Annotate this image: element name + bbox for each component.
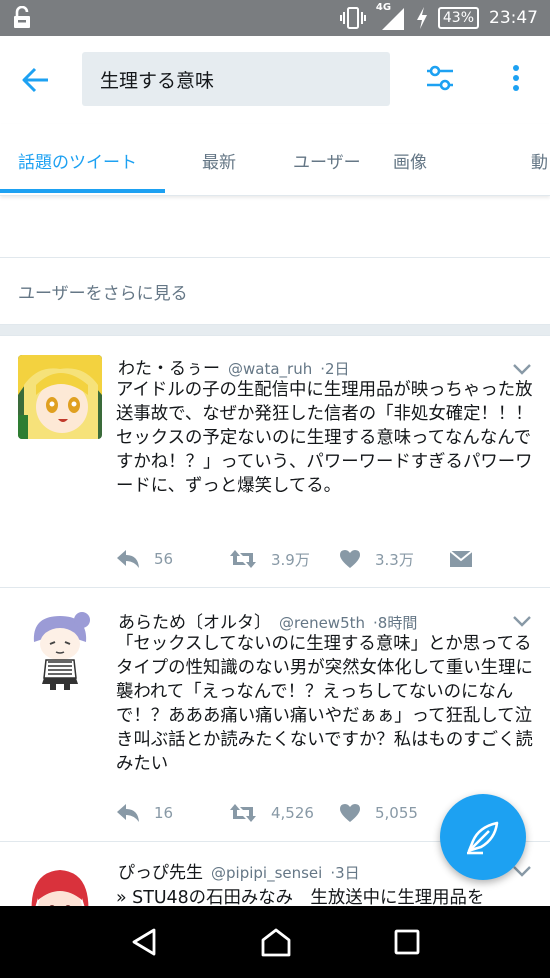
chevron-down-icon[interactable] bbox=[512, 614, 532, 628]
tweet-author-name[interactable]: わた・るぅー bbox=[118, 354, 220, 379]
tab-latest[interactable]: 最新 bbox=[202, 124, 236, 196]
retweet-button[interactable]: 4,526 bbox=[229, 803, 339, 823]
tweet-header: わた・るぅー @wata_ruh · 2日 bbox=[118, 354, 350, 379]
vibrate-icon bbox=[339, 7, 366, 29]
see-more-users-link[interactable]: ユーザーをさらに見る bbox=[0, 258, 550, 324]
reply-count: 56 bbox=[154, 550, 174, 568]
tweet-timestamp: 2日 bbox=[325, 360, 350, 378]
like-button[interactable]: 3.3万 bbox=[339, 549, 449, 570]
like-button[interactable]: 5,055 bbox=[339, 803, 449, 823]
section-divider bbox=[0, 324, 550, 336]
chevron-down-icon[interactable] bbox=[512, 362, 532, 376]
tweet-header: ぴっぴ先生 @pipipi_sensei · 3日 bbox=[118, 858, 360, 883]
search-query: 生理する意味 bbox=[100, 69, 215, 92]
tweet-header: あらため〔オルタ〕 @renew5th · 8時間 bbox=[118, 608, 417, 633]
active-tab-indicator bbox=[0, 189, 165, 193]
tweet-actions: 56 3.9万 3.3万 bbox=[116, 544, 473, 574]
search-input[interactable]: 生理する意味 bbox=[82, 52, 390, 106]
direct-message-button[interactable] bbox=[449, 549, 473, 569]
status-bar: 4G 43% 23:47 bbox=[0, 0, 550, 36]
like-count: 5,055 bbox=[375, 804, 418, 822]
tab-top-tweets[interactable]: 話題のツイート bbox=[18, 124, 137, 196]
avatar[interactable] bbox=[18, 606, 102, 690]
compose-tweet-button[interactable] bbox=[440, 794, 526, 880]
signal-icon bbox=[381, 8, 404, 30]
reply-button[interactable]: 16 bbox=[116, 803, 229, 823]
back-triangle-icon[interactable] bbox=[130, 927, 158, 957]
tweet-author-handle[interactable]: @wata_ruh bbox=[228, 360, 312, 378]
tweet-text: 「セックスしてないのに生理する意味」とか思ってるタイプの性知識のない男が突然女体… bbox=[116, 634, 533, 774]
tweet[interactable]: わた・るぅー @wata_ruh · 2日 アイドルの子の生配信中に生理用品が映… bbox=[0, 336, 550, 588]
battery-level: 43% bbox=[437, 7, 479, 29]
compose-feather-icon bbox=[467, 821, 499, 855]
search-header: 生理する意味 bbox=[0, 36, 550, 124]
reply-button[interactable]: 56 bbox=[116, 549, 229, 569]
tweet-text: アイドルの子の生配信中に生理用品が映っちゃった放送事故で、なぜか発狂した信者の「… bbox=[116, 380, 533, 496]
filter-icon bbox=[427, 65, 453, 91]
tab-videos[interactable]: 動 bbox=[531, 124, 548, 196]
filter-button[interactable] bbox=[420, 58, 460, 98]
like-count: 3.3万 bbox=[375, 550, 414, 569]
back-button[interactable] bbox=[8, 52, 64, 108]
home-icon[interactable] bbox=[259, 927, 293, 957]
empty-user-list-area bbox=[0, 196, 550, 258]
tweet-author-name[interactable]: あらため〔オルタ〕 bbox=[118, 608, 271, 633]
retweet-count: 3.9万 bbox=[271, 550, 310, 569]
reply-count: 16 bbox=[154, 804, 174, 822]
reply-icon bbox=[117, 804, 139, 822]
more-vertical-icon bbox=[513, 65, 519, 91]
clock: 23:47 bbox=[489, 8, 538, 28]
tweet-timestamp: 3日 bbox=[335, 864, 360, 882]
avatar[interactable] bbox=[18, 858, 102, 912]
envelope-icon bbox=[449, 550, 473, 567]
heart-icon bbox=[340, 550, 360, 568]
chevron-down-icon[interactable] bbox=[512, 864, 532, 878]
retweet-button[interactable]: 3.9万 bbox=[229, 549, 339, 570]
tab-users[interactable]: ユーザー bbox=[293, 124, 361, 196]
back-arrow-icon bbox=[22, 67, 48, 93]
heart-icon bbox=[340, 804, 360, 822]
tweet-author-handle[interactable]: @pipipi_sensei bbox=[211, 864, 322, 882]
retweet-icon bbox=[230, 804, 256, 822]
charging-icon bbox=[416, 7, 427, 29]
tweet-author-name[interactable]: ぴっぴ先生 bbox=[118, 858, 203, 883]
retweet-icon bbox=[230, 550, 256, 568]
tweet-timestamp: 8時間 bbox=[377, 614, 418, 632]
reply-icon bbox=[117, 550, 139, 568]
system-navigation-bar bbox=[0, 906, 550, 978]
more-options-button[interactable] bbox=[498, 58, 534, 98]
lock-icon bbox=[14, 6, 30, 28]
retweet-count: 4,526 bbox=[271, 804, 314, 822]
tweet-author-handle[interactable]: @renew5th bbox=[279, 614, 365, 632]
tweet-actions: 16 4,526 5,055 bbox=[116, 798, 449, 828]
search-tabs: 話題のツイート 最新 ユーザー 画像 動 bbox=[0, 124, 550, 196]
tab-images[interactable]: 画像 bbox=[393, 124, 427, 196]
avatar[interactable] bbox=[18, 355, 102, 439]
recent-apps-icon[interactable] bbox=[394, 929, 420, 955]
